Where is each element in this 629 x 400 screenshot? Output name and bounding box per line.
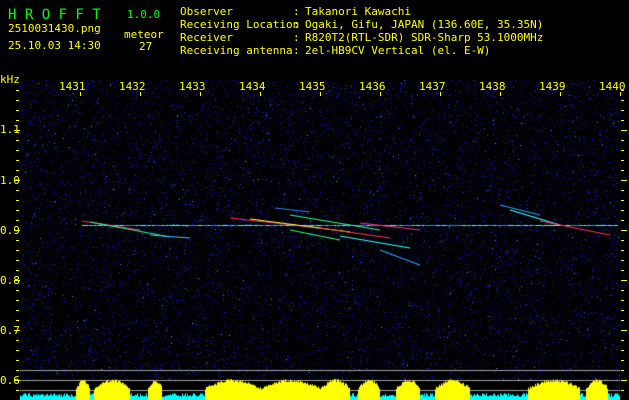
tick-mark [621,340,624,341]
y-unit-label: kHz [0,73,20,86]
tick-mark [16,110,19,111]
tick-mark [16,300,19,301]
x-tick-label: 1433 [179,80,206,93]
x-tick-label: 1438 [479,80,506,93]
tick-mark [16,170,19,171]
tick-mark [16,100,19,101]
tick-mark [621,330,627,331]
tick-mark [16,220,19,221]
tick-mark [16,190,19,191]
tick-mark [621,130,627,131]
x-tick-label: 1440 [599,80,626,93]
tick-mark [621,190,624,191]
tick-mark [621,260,624,261]
tick-mark [621,200,624,201]
tick-mark [621,380,627,381]
tick-mark [16,240,19,241]
x-tick-label: 1432 [119,80,146,93]
tick-mark [621,170,624,171]
tick-mark [621,310,624,311]
x-tick-label: 1431 [59,80,86,93]
tick-mark [621,390,624,391]
tick-mark [621,270,624,271]
y-tick-label: 0.8 [0,274,20,287]
tick-mark [621,120,624,121]
tick-mark [16,160,19,161]
y-tick-label: 1.0 [0,174,20,187]
tick-mark [621,220,624,221]
tick-mark [16,120,19,121]
tick-mark [621,100,624,101]
y-tick-label: 1.1 [0,123,20,136]
x-tick-label: 1435 [299,80,326,93]
tick-mark [621,350,624,351]
tick-mark [16,270,19,271]
tick-mark [16,370,19,371]
tick-mark [621,230,627,231]
tick-mark [16,250,19,251]
tick-mark [621,180,627,181]
tick-mark [16,340,19,341]
tick-mark [16,200,19,201]
tick-mark [16,140,19,141]
tick-mark [16,390,19,391]
tick-mark [16,320,19,321]
tick-mark [621,280,627,281]
tick-mark [621,300,624,301]
y-tick-label: 0.7 [0,324,20,337]
tick-mark [16,360,19,361]
x-tick-label: 1434 [239,80,266,93]
y-tick-label: 0.6 [0,374,20,387]
tick-mark [621,360,624,361]
axis-ticks [14,90,627,391]
tick-mark [621,150,624,151]
tick-mark [621,110,624,111]
x-tick-label: 1436 [359,80,386,93]
tick-mark [16,150,19,151]
tick-mark [621,210,624,211]
tick-mark [16,350,19,351]
tick-mark [16,90,19,91]
tick-mark [621,320,624,321]
tick-mark [621,160,624,161]
tick-mark [16,260,19,261]
x-tick-label: 1439 [539,80,566,93]
tick-mark [621,250,624,251]
tick-mark [16,290,19,291]
y-tick-label: 0.9 [0,224,20,237]
tick-mark [621,370,624,371]
tick-mark [621,240,624,241]
x-tick-label: 1437 [419,80,446,93]
tick-mark [621,140,624,141]
tick-mark [16,210,19,211]
tick-mark [621,290,624,291]
tick-mark [16,310,19,311]
